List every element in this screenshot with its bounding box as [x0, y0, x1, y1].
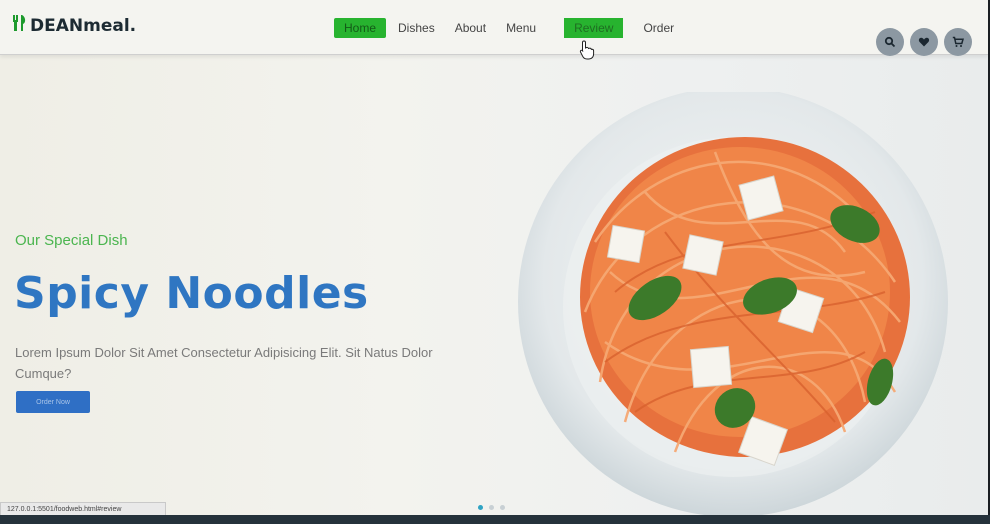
hand-pointer-cursor	[579, 40, 595, 64]
brand-name: DEANmeal	[30, 15, 130, 36]
os-taskbar	[0, 515, 990, 524]
hero-title: Spicy Noodles	[14, 268, 369, 319]
order-now-button[interactable]: Order Now	[16, 391, 90, 413]
hero-description: Lorem Ipsum Dolor Sit Amet Consectetur A…	[15, 345, 433, 381]
favorites-button[interactable]	[910, 28, 938, 56]
brand-dot: .	[129, 15, 137, 36]
utensils-icon	[12, 14, 28, 37]
slider-dots	[478, 505, 511, 510]
brand-logo[interactable]: DEANmeal.	[12, 14, 136, 37]
nav-dishes[interactable]: Dishes	[398, 18, 435, 38]
header-navbar: DEANmeal. Home Dishes About Menu Review …	[0, 0, 988, 56]
search-button[interactable]	[876, 28, 904, 56]
header-icon-group	[870, 28, 972, 56]
cart-icon	[952, 36, 964, 47]
nav-review[interactable]: Review	[564, 18, 624, 38]
main-nav: Home Dishes About Menu Review Order	[334, 18, 694, 38]
nav-menu[interactable]: Menu	[506, 18, 536, 38]
slider-dot[interactable]	[500, 505, 505, 510]
slider-dot[interactable]	[478, 505, 483, 510]
browser-viewport: DEANmeal. Home Dishes About Menu Review …	[0, 0, 988, 522]
heart-icon	[918, 37, 930, 47]
slider-dot[interactable]	[489, 505, 494, 510]
dish-image	[515, 87, 955, 522]
search-icon	[884, 36, 896, 48]
nav-order[interactable]: Order	[643, 18, 674, 38]
nav-about[interactable]: About	[455, 18, 486, 38]
cart-button[interactable]	[944, 28, 972, 56]
hero-subtitle: Our Special Dish	[15, 232, 128, 249]
nav-home[interactable]: Home	[334, 18, 387, 38]
